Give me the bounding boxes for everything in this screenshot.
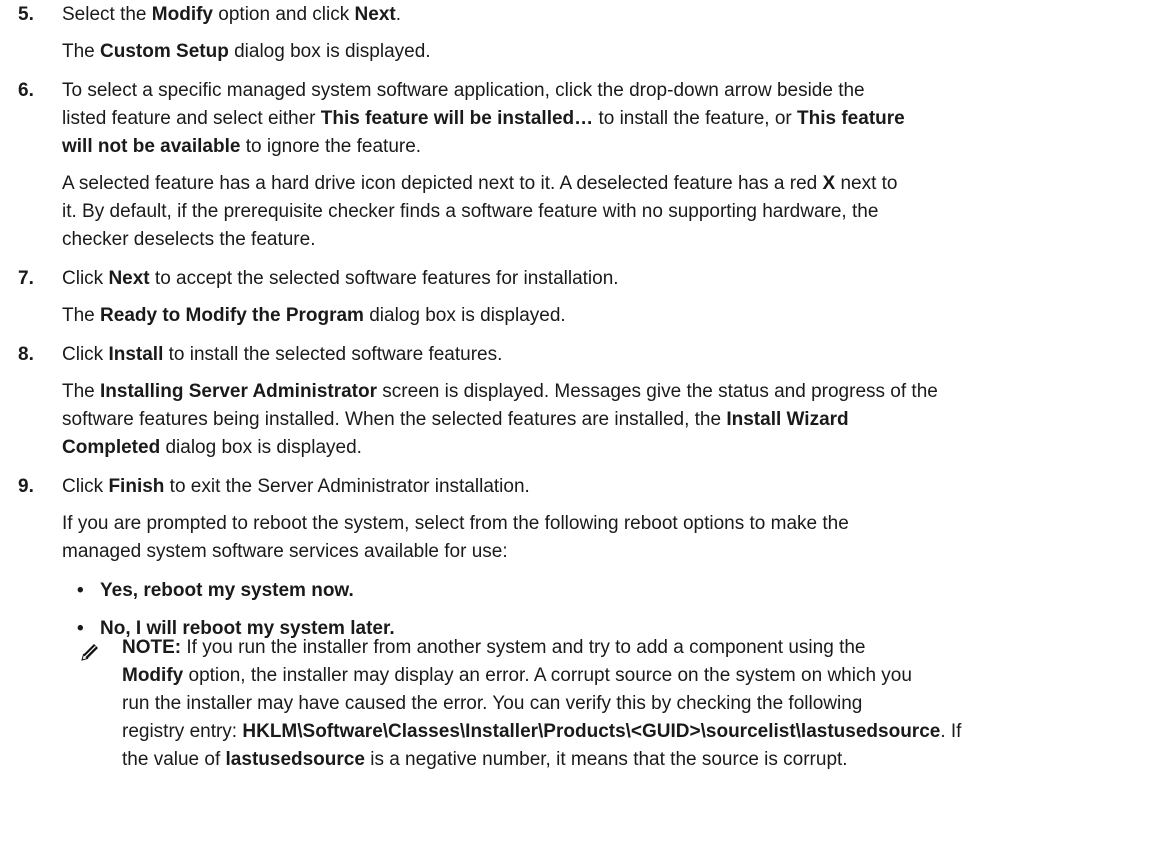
text-segment: The <box>62 381 101 402</box>
bold-text: X <box>822 173 836 194</box>
step-number: 8. <box>18 344 34 365</box>
text-segment: managed system software services availab… <box>62 541 508 562</box>
note-text-line: registry entry: HKLM\Software\Classes\In… <box>122 721 961 743</box>
bold-text: lastusedsource <box>225 749 365 770</box>
note-text-line: NOTE: If you run the installer from anot… <box>122 637 865 659</box>
bold-text: Installing Server Administrator <box>100 381 378 402</box>
step-number: 6. <box>18 80 34 101</box>
step-text-line: Select the Modify option and click Next. <box>62 4 401 26</box>
reboot-option: Yes, reboot my system now. <box>100 580 354 601</box>
bold-text: Install Wizard <box>726 409 849 430</box>
step-text-line: it. By default, if the prerequisite chec… <box>62 201 878 223</box>
text-segment: it. By default, if the prerequisite chec… <box>62 201 879 222</box>
text-segment: registry entry: <box>122 721 243 742</box>
bold-text: This feature <box>797 108 905 129</box>
bold-text: Ready to Modify the Program <box>100 305 364 326</box>
text-segment: listed feature and select either <box>62 108 321 129</box>
step-text-line: software features being installed. When … <box>62 409 849 431</box>
text-segment: The <box>62 41 101 62</box>
text-segment: option, the installer may display an err… <box>183 665 912 686</box>
step-text-line: Completed dialog box is displayed. <box>62 437 362 459</box>
text-segment: dialog box is displayed. <box>363 305 566 326</box>
text-segment: Click <box>62 476 109 497</box>
text-segment: dialog box is displayed. <box>160 437 362 458</box>
text-segment: Click <box>62 268 109 289</box>
step-text-line: will not be available to ignore the feat… <box>62 136 421 158</box>
text-segment: to accept the selected software features… <box>149 268 619 289</box>
bold-text: Completed <box>62 437 161 458</box>
text-segment: The <box>62 305 101 326</box>
text-segment: screen is displayed. Messages give the s… <box>377 381 938 402</box>
text-segment: checker deselects the feature. <box>62 229 316 250</box>
bold-text: Finish <box>108 476 165 497</box>
text-segment: run the installer may have caused the er… <box>122 693 863 714</box>
text-segment: dialog box is displayed. <box>228 41 431 62</box>
text-segment: software features being installed. When … <box>62 409 727 430</box>
text-segment: to exit the Server Administrator install… <box>164 476 530 497</box>
text-segment: A selected feature has a hard drive icon… <box>62 173 823 194</box>
step-number: 9. <box>18 476 34 497</box>
text-segment: option and click <box>213 4 355 25</box>
step-text-line: To select a specific managed system soft… <box>62 80 865 102</box>
bold-text: This feature will be installed… <box>320 108 594 129</box>
text-segment: To select a specific managed system soft… <box>62 80 865 101</box>
note-text-line: run the installer may have caused the er… <box>122 693 862 715</box>
step-text-line: Click Next to accept the selected softwa… <box>62 268 619 290</box>
step-number: 5. <box>18 4 34 25</box>
text-segment: If you are prompted to reboot the system… <box>62 513 849 534</box>
step-text-line: Click Install to install the selected so… <box>62 344 502 366</box>
text-segment: . <box>395 4 401 25</box>
bullet-marker: • <box>77 580 84 601</box>
note-text-line: the value of lastusedsource is a negativ… <box>122 749 848 771</box>
bold-text: Custom Setup <box>100 41 229 62</box>
bold-text: Next <box>354 4 396 25</box>
text-segment: next to <box>835 173 898 194</box>
text-segment: to install the selected software feature… <box>163 344 503 365</box>
text-segment: the value of <box>122 749 226 770</box>
step-text-line: The Custom Setup dialog box is displayed… <box>62 41 431 63</box>
text-segment: to install the feature, or <box>593 108 798 129</box>
bullet-marker: • <box>77 618 84 639</box>
text-segment: to ignore the feature. <box>240 136 422 157</box>
note-pencil-icon <box>79 641 101 663</box>
bold-text: Modify <box>151 4 213 25</box>
bold-text: Modify <box>122 665 184 686</box>
step-text-line: A selected feature has a hard drive icon… <box>62 173 898 195</box>
text-segment: If you run the installer from another sy… <box>181 637 866 658</box>
step-text-line: The Installing Server Administrator scre… <box>62 381 938 403</box>
text-segment: Click <box>62 344 109 365</box>
bold-text: NOTE: <box>122 637 182 658</box>
text-segment: is a negative number, it means that the … <box>364 749 848 770</box>
bold-text: will not be available <box>62 136 241 157</box>
step-number: 7. <box>18 268 34 289</box>
note-text-line: Modify option, the installer may display… <box>122 665 912 687</box>
text-segment: . If <box>940 721 962 742</box>
step-text-line: The Ready to Modify the Program dialog b… <box>62 305 566 327</box>
bold-text: Next <box>108 268 150 289</box>
step-text-line: If you are prompted to reboot the system… <box>62 513 849 535</box>
step-text-line: Click Finish to exit the Server Administ… <box>62 476 530 498</box>
text-segment: Select the <box>62 4 152 25</box>
bold-text: HKLM\Software\Classes\Installer\Products… <box>242 721 941 742</box>
bold-text: Install <box>108 344 164 365</box>
step-text-line: listed feature and select either This fe… <box>62 108 905 130</box>
step-text-line: managed system software services availab… <box>62 541 508 563</box>
step-text-line: checker deselects the feature. <box>62 229 315 251</box>
